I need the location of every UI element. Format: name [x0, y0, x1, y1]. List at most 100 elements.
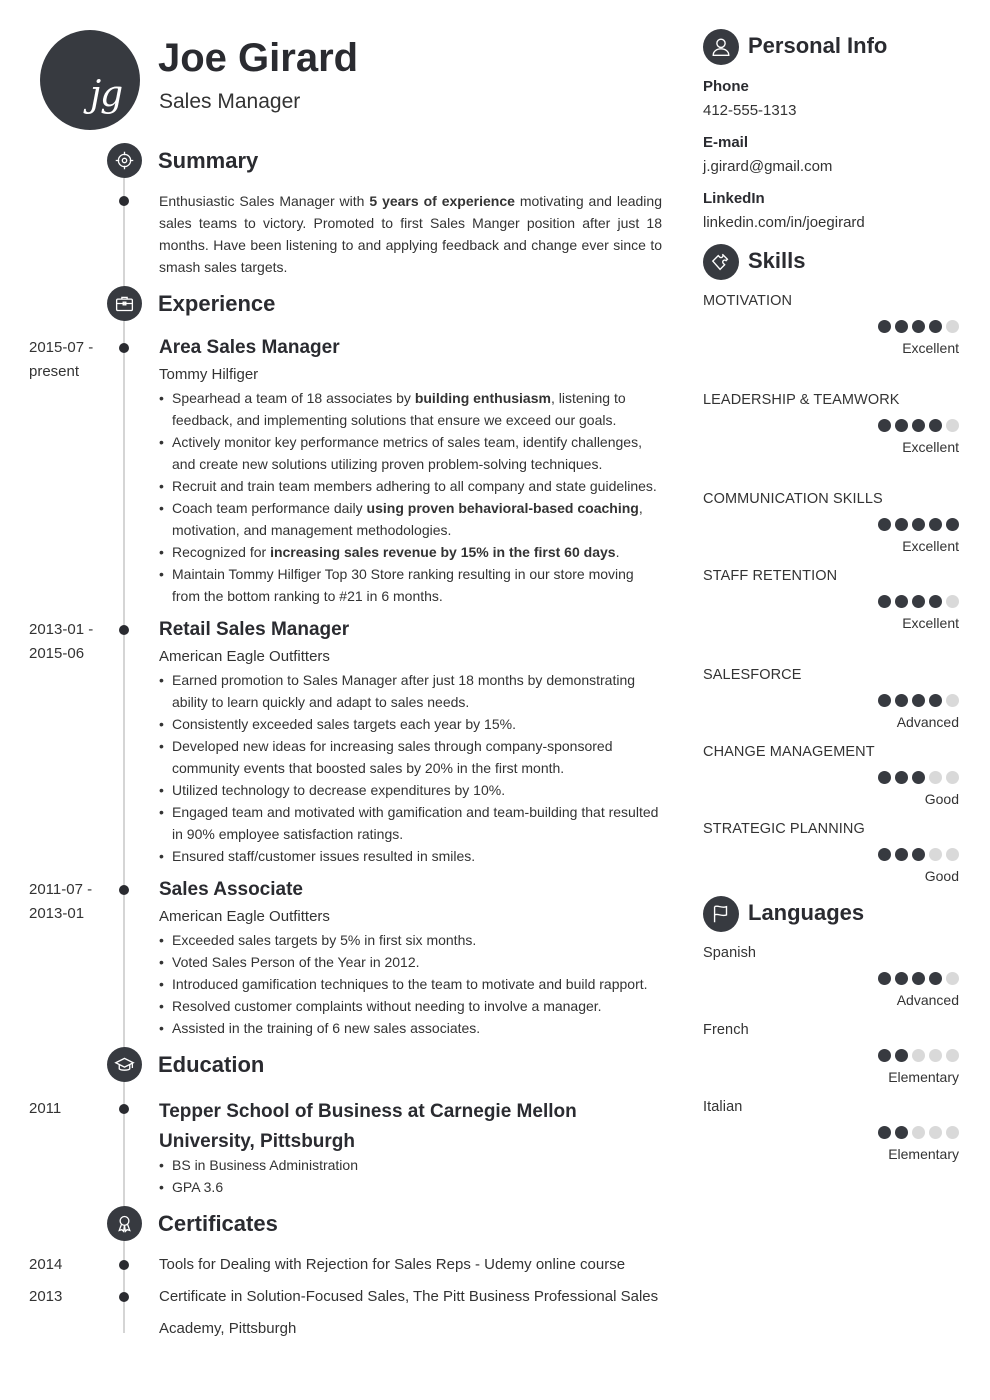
job-company: American Eagle Outfitters: [159, 908, 330, 925]
job-bullet: Coach team performance daily using prove…: [159, 497, 664, 541]
rating-dot-filled: [878, 694, 891, 707]
certificate-date: 2013: [29, 1288, 63, 1305]
rating-dot-filled: [878, 1049, 891, 1062]
info-value-linkedin[interactable]: linkedin.com/in/joegirard: [703, 214, 865, 231]
rating-item-name: LEADERSHIP & TEAMWORK: [703, 392, 900, 408]
rating-dot-filled: [878, 1126, 891, 1139]
job-bullet: Introduced gamification techniques to th…: [159, 973, 664, 995]
rating-dot-empty: [946, 848, 959, 861]
info-label-email: E-mail: [703, 134, 749, 151]
section-title-personal-info: Personal Info: [748, 33, 888, 58]
rating-dot-empty: [946, 595, 959, 608]
rating-dot-filled: [878, 419, 891, 432]
rating-level: Good: [924, 868, 959, 884]
job-bullets: Earned promotion to Sales Manager after …: [159, 669, 664, 867]
job-title: Area Sales Manager: [159, 337, 340, 358]
job-bullet: Recognized for increasing sales revenue …: [159, 541, 664, 563]
job-title: Sales Associate: [159, 879, 303, 900]
user-icon: [703, 29, 739, 65]
rating-dots: [878, 771, 959, 784]
info-label-linkedin: LinkedIn: [703, 190, 765, 207]
job-bullet: Earned promotion to Sales Manager after …: [159, 669, 664, 713]
timeline-dot: [119, 196, 129, 206]
rating-dot-filled: [929, 419, 942, 432]
rating-dot-empty: [929, 1049, 942, 1062]
job-company: Tommy Hilfiger: [159, 366, 259, 383]
rating-dot-empty: [929, 771, 942, 784]
rating-dot-filled: [895, 694, 908, 707]
briefcase-icon: [107, 286, 142, 321]
rating-dot-filled: [912, 320, 925, 333]
rating-item-name: COMMUNICATION SKILLS: [703, 491, 883, 507]
job-bullet: Consistently exceeded sales targets each…: [159, 713, 664, 735]
rating-dot-filled: [929, 518, 942, 531]
rating-dots: [878, 1126, 959, 1139]
rating-dot-filled: [895, 771, 908, 784]
rating-item-name: Spanish: [703, 945, 757, 961]
rating-dot-filled: [912, 771, 925, 784]
job-bullets: Spearhead a team of 18 associates by bui…: [159, 387, 664, 607]
job-bullet: Assisted in the training of 6 new sales …: [159, 1017, 664, 1039]
rating-item-name: SALESFORCE: [703, 667, 802, 683]
rating-dot-filled: [878, 595, 891, 608]
rating-dot-filled: [946, 518, 959, 531]
rating-dot-filled: [912, 694, 925, 707]
education-bullets: BS in Business Administration GPA 3.6: [159, 1154, 664, 1198]
rating-dot-filled: [878, 518, 891, 531]
certificate-date: 2014: [29, 1256, 63, 1273]
rating-dots: [878, 694, 959, 707]
rating-dot-filled: [895, 1126, 908, 1139]
rating-dot-filled: [895, 848, 908, 861]
rating-dot-filled: [895, 419, 908, 432]
rating-level: Excellent: [902, 615, 959, 631]
avatar: jg: [40, 30, 140, 130]
rating-level: Good: [924, 791, 959, 807]
rating-dots: [878, 972, 959, 985]
job-bullet: Resolved customer complaints without nee…: [159, 995, 664, 1017]
rating-dot-filled: [895, 972, 908, 985]
job-date: 2011-07 -2013-01: [29, 881, 93, 922]
job-title: Retail Sales Manager: [159, 619, 350, 640]
flag-icon: [703, 896, 739, 932]
section-title-summary: Summary: [158, 148, 259, 173]
education-bullet: GPA 3.6: [159, 1176, 664, 1198]
rating-dot-empty: [946, 320, 959, 333]
job-bullet: Recruit and train team members adhering …: [159, 475, 664, 497]
rating-dot-filled: [878, 848, 891, 861]
rating-dot-filled: [878, 771, 891, 784]
rating-level: Elementary: [888, 1069, 959, 1085]
info-value-phone[interactable]: 412-555-1313: [703, 102, 796, 119]
rating-dot-empty: [946, 1126, 959, 1139]
rating-dots: [878, 848, 959, 861]
section-title-skills: Skills: [748, 248, 806, 273]
job-bullet: Maintain Tommy Hilfiger Top 30 Store ran…: [159, 563, 664, 607]
rating-dot-empty: [929, 1126, 942, 1139]
timeline-dot: [119, 625, 129, 635]
rating-dot-filled: [929, 972, 942, 985]
rating-dots: [878, 595, 959, 608]
rating-dot-filled: [912, 595, 925, 608]
rating-dot-filled: [912, 518, 925, 531]
rating-dot-empty: [912, 1049, 925, 1062]
rating-dot-empty: [946, 1049, 959, 1062]
job-bullets: Exceeded sales targets by 5% in first si…: [159, 929, 664, 1039]
job-bullet: Engaged team and motivated with gamifica…: [159, 801, 664, 845]
info-value-email[interactable]: j.girard@gmail.com: [703, 158, 832, 175]
section-title-education: Education: [158, 1052, 265, 1077]
rating-dot-filled: [912, 419, 925, 432]
rating-item-name: MOTIVATION: [703, 293, 793, 309]
certificate-text: Tools for Dealing with Rejection for Sal…: [159, 1256, 626, 1273]
section-title-languages: Languages: [748, 900, 865, 925]
job-bullet: Actively monitor key performance metrics…: [159, 431, 664, 475]
rating-dot-filled: [929, 694, 942, 707]
job-bullet: Utilized technology to decrease expendit…: [159, 779, 664, 801]
section-title-certificates: Certificates: [158, 1211, 278, 1236]
rating-dot-filled: [878, 972, 891, 985]
rating-item-name: STRATEGIC PLANNING: [703, 821, 865, 837]
job-bullet: Developed new ideas for increasing sales…: [159, 735, 664, 779]
education-date: 2011: [29, 1100, 62, 1117]
rating-dots: [878, 518, 959, 531]
award-ribbon-icon: [107, 1206, 142, 1241]
target-icon: [107, 143, 142, 178]
job-bullet: Spearhead a team of 18 associates by bui…: [159, 387, 664, 431]
